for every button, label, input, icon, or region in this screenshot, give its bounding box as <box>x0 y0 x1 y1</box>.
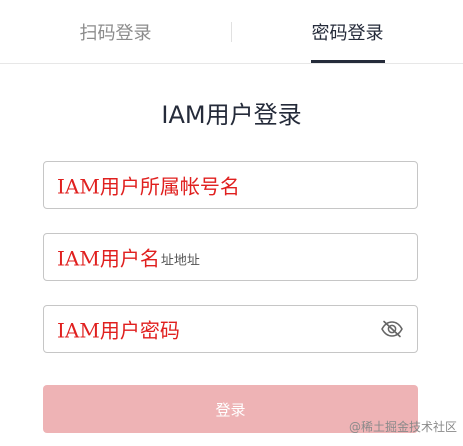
iam-password-field[interactable]: IAM用户密码 <box>43 305 418 353</box>
active-tab-underline <box>311 60 385 63</box>
watermark: @稀土掘金技术社区 <box>348 420 457 434</box>
iam-username-annotation: IAM用户名址地址 <box>57 243 200 272</box>
login-tabs: 扫码登录 密码登录 <box>0 0 463 64</box>
tab-qr-login[interactable]: 扫码登录 <box>0 0 231 64</box>
iam-username-placeholder-fragment: 址地址 <box>160 253 200 269</box>
tab-password-login[interactable]: 密码登录 <box>232 0 463 64</box>
account-name-field[interactable]: IAM用户所属帐号名 <box>43 161 418 209</box>
iam-password-annotation: IAM用户密码 <box>57 318 180 343</box>
eye-slash-icon[interactable] <box>380 320 404 338</box>
account-name-annotation: IAM用户所属帐号名 <box>57 174 240 199</box>
tab-password-login-label: 密码登录 <box>311 23 384 44</box>
tab-qr-login-label: 扫码登录 <box>79 23 152 44</box>
login-button-label: 登录 <box>215 400 246 419</box>
iam-username-field[interactable]: IAM用户名址地址 <box>43 233 418 281</box>
iam-username-annotation-text: IAM用户名 <box>57 246 160 271</box>
page-title: IAM用户登录 <box>161 101 302 129</box>
